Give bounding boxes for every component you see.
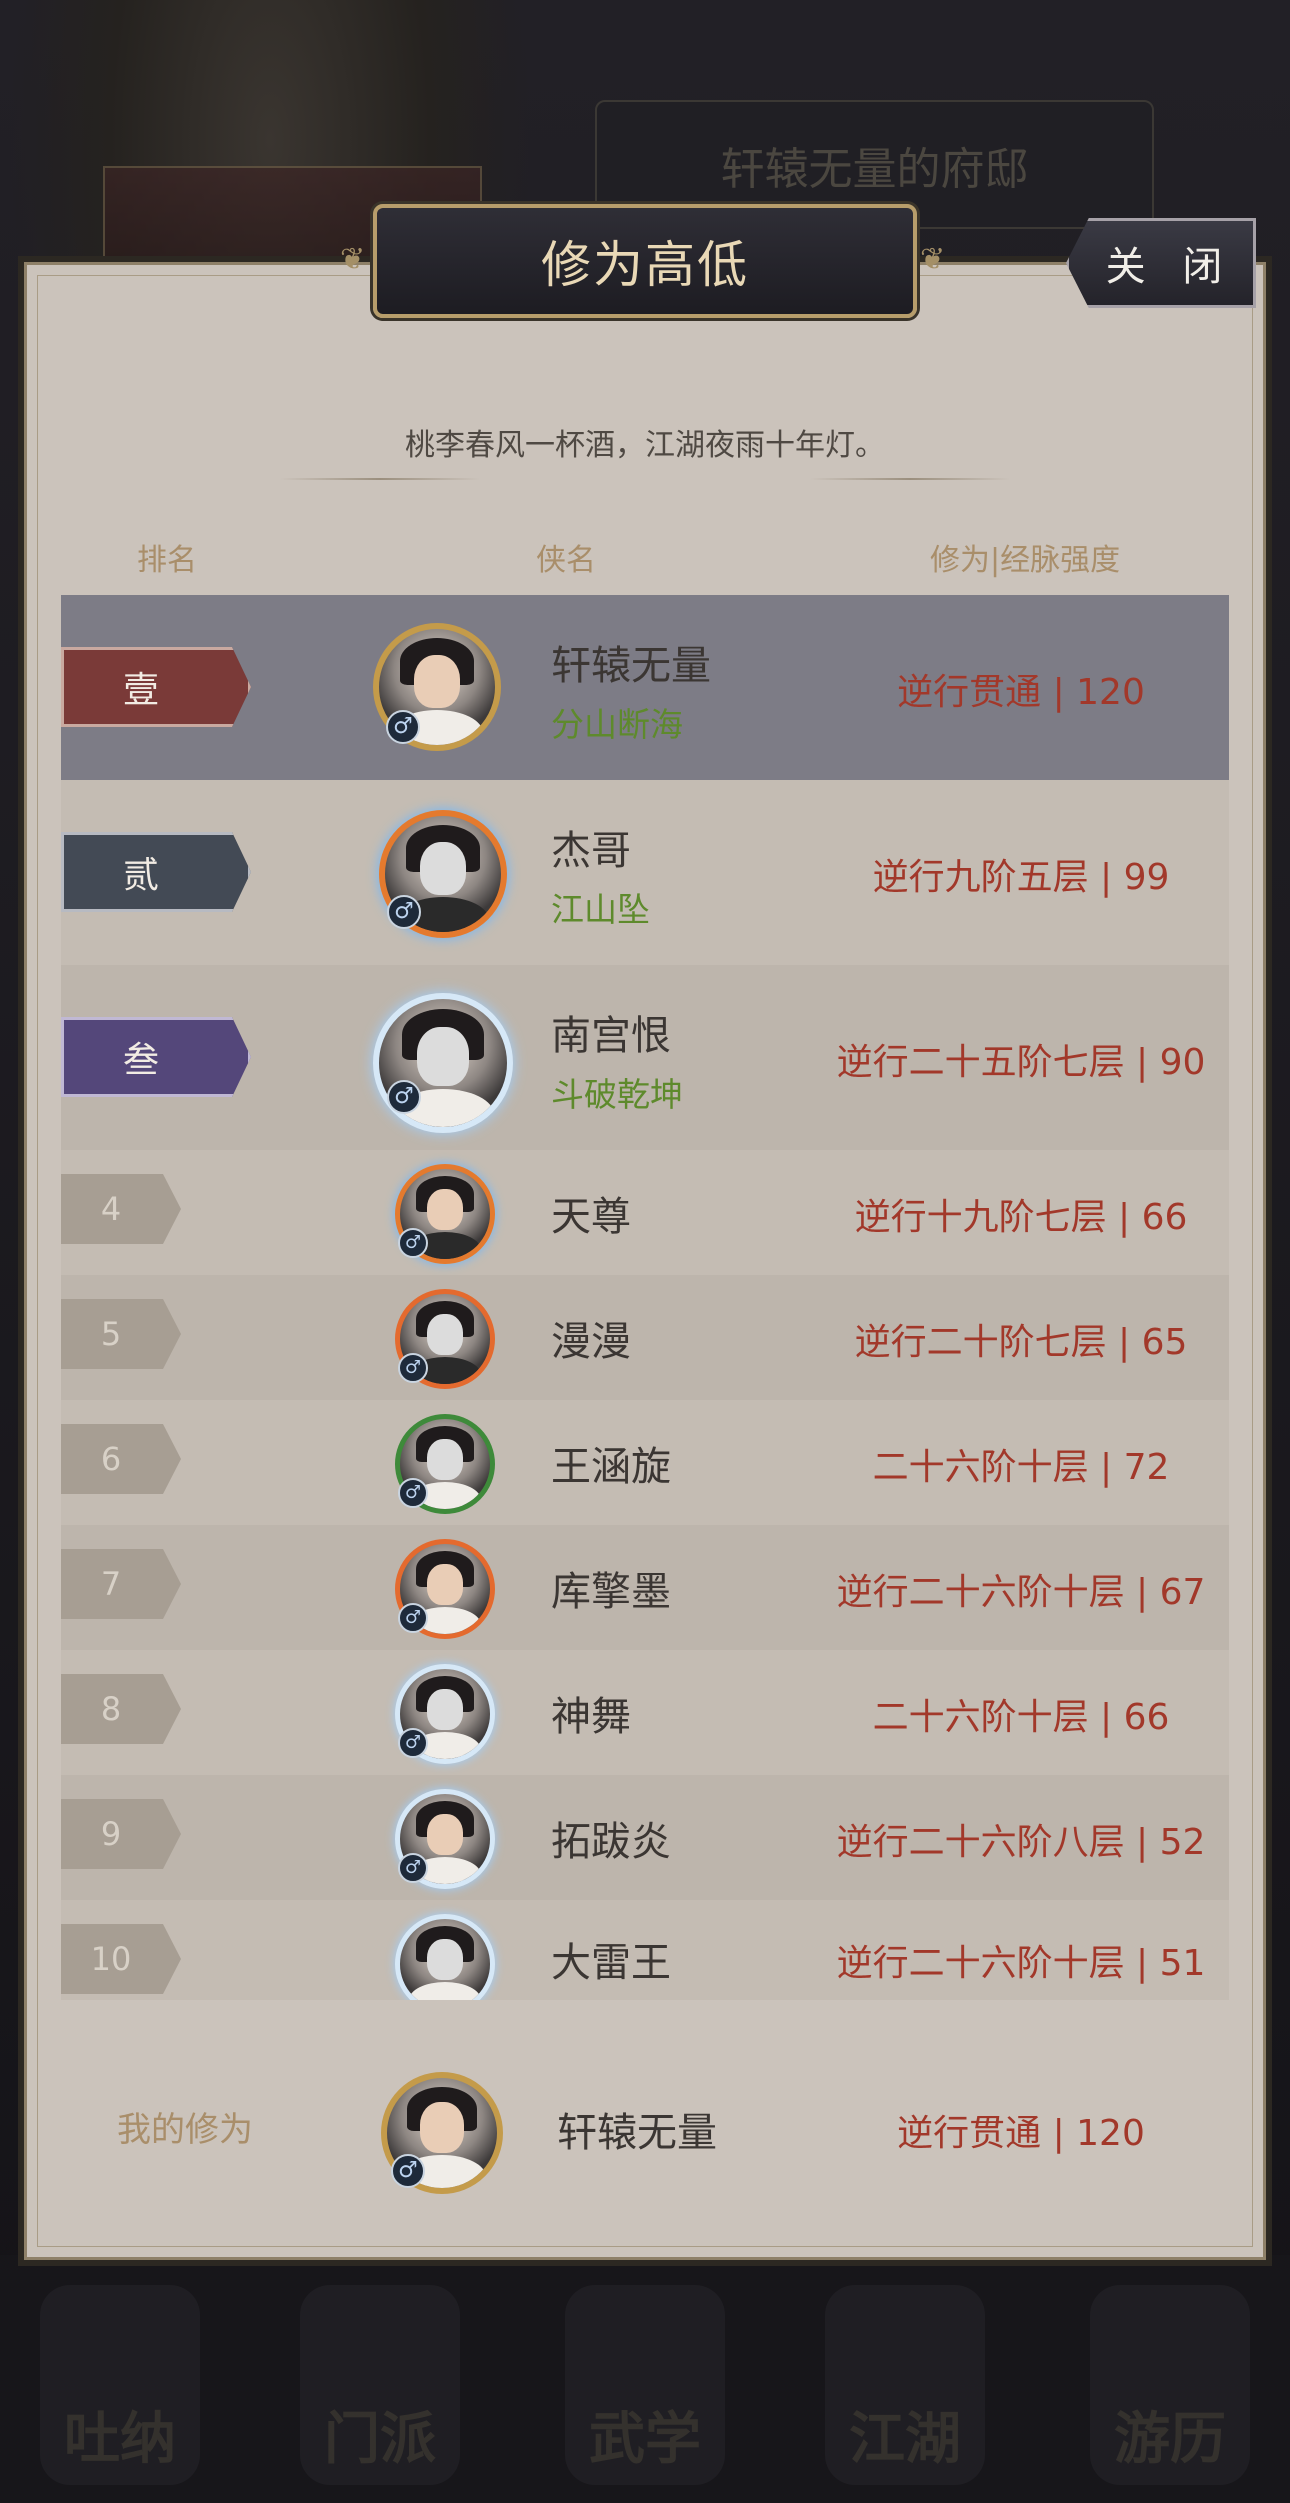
player-power: 逆行二十五阶七层 | 90 (836, 1042, 1206, 1083)
male-gender-icon: ♂ (398, 1853, 428, 1883)
ranking-row-1[interactable]: 壹 ♂ 轩辕无量 分山断海 逆行贯通 | 120 (61, 595, 1229, 780)
bottom-nav-background: 吐纳 门派 武学 江湖 游历 (0, 2255, 1290, 2503)
ranking-row-5[interactable]: 5 ♂ 漫漫 逆行二十阶七层 | 65 (61, 1275, 1229, 1400)
avatar[interactable] (395, 1914, 495, 2000)
rank-badge-4: 4 (61, 1174, 181, 1244)
player-power: 逆行二十阶七层 | 65 (854, 1322, 1188, 1363)
ranking-row-4[interactable]: 4 ♂ 天尊 逆行十九阶七层 | 66 (61, 1150, 1229, 1275)
player-name: 大雷王 (551, 1940, 671, 1986)
header-rank: 排名 (137, 543, 197, 578)
ranking-row-7[interactable]: 7 ♂ 库擎墨 逆行二十六阶十层 | 67 (61, 1525, 1229, 1650)
male-gender-icon: ♂ (391, 2154, 425, 2188)
rank-badge-3: 叁 (61, 1017, 251, 1097)
my-name: 轩辕无量 (557, 2110, 717, 2156)
panel-title: 修为高低 (373, 204, 917, 318)
nav-item-wuxue: 武学 (565, 2285, 725, 2485)
ranking-row-2[interactable]: 贰 ♂ 杰哥 江山坠 逆行九阶五层 | 99 (61, 780, 1229, 965)
avatar[interactable] (373, 993, 513, 1133)
player-power: 逆行九阶五层 | 99 (872, 857, 1170, 898)
rank-badge-7: 7 (61, 1549, 181, 1619)
male-gender-icon: ♂ (387, 895, 421, 929)
ranking-row-6[interactable]: 6 ♂ 王涵旋 二十六阶十层 | 72 (61, 1400, 1229, 1525)
male-gender-icon: ♂ (386, 710, 420, 744)
ranking-row-3[interactable]: 叁 ♂ 南宫恨 斗破乾坤 逆行二十五阶七层 | 90 (61, 965, 1229, 1150)
nav-item-menpai: 门派 (300, 2285, 460, 2485)
male-gender-icon: ♂ (398, 1728, 428, 1758)
nav-item-youli: 游历 (1090, 2285, 1250, 2485)
male-gender-icon: ♂ (398, 1353, 428, 1383)
nav-item-jianghu: 江湖 (825, 2285, 985, 2485)
player-sect: 分山断海 (551, 705, 683, 744)
player-name: 库擎墨 (551, 1569, 671, 1615)
player-name: 拓跋炎 (551, 1819, 671, 1865)
male-gender-icon: ♂ (398, 1478, 428, 1508)
quote-text: 桃李春风一杯酒，江湖夜雨十年灯。 (405, 428, 885, 463)
player-power: 逆行二十六阶十层 | 51 (836, 1943, 1206, 1984)
male-gender-icon: ♂ (387, 1080, 421, 1114)
quote-divider-right (810, 478, 1010, 480)
player-power: 逆行十九阶七层 | 66 (854, 1197, 1188, 1238)
player-name: 杰哥 (551, 828, 631, 874)
quote-divider-left (280, 478, 480, 480)
player-name: 天尊 (551, 1194, 631, 1240)
player-name: 轩辕无量 (551, 643, 711, 689)
my-power: 逆行贯通 | 120 (897, 2113, 1145, 2154)
male-gender-icon: ♂ (398, 1228, 428, 1258)
my-ranking-row[interactable]: 我的修为 ♂ 轩辕无量 逆行贯通 | 120 (61, 2060, 1229, 2194)
player-name: 王涵旋 (551, 1444, 671, 1490)
ranking-row-9[interactable]: 9 ♂ 拓跋炎 逆行二十六阶八层 | 52 (61, 1775, 1229, 1900)
nav-item-tuna: 吐纳 (40, 2285, 200, 2485)
player-name: 神舞 (551, 1694, 631, 1740)
header-name: 侠名 (536, 543, 596, 578)
player-power: 逆行二十六阶十层 | 67 (836, 1572, 1206, 1613)
rank-badge-10: 10 (61, 1924, 181, 1994)
male-gender-icon: ♂ (398, 1603, 428, 1633)
rank-badge-6: 6 (61, 1424, 181, 1494)
player-power: 二十六阶十层 | 66 (872, 1697, 1170, 1738)
rank-badge-8: 8 (61, 1674, 181, 1744)
player-power: 逆行贯通 | 120 (897, 672, 1145, 713)
player-name: 南宫恨 (551, 1013, 671, 1059)
rank-badge-5: 5 (61, 1299, 181, 1369)
player-sect: 江山坠 (551, 890, 650, 929)
player-sect: 斗破乾坤 (551, 1075, 683, 1114)
close-button[interactable]: 关 闭 (1066, 218, 1256, 308)
rank-badge-9: 9 (61, 1799, 181, 1869)
header-power: 修为|经脉强度 (930, 543, 1121, 578)
player-power: 二十六阶十层 | 72 (872, 1447, 1170, 1488)
rank-badge-1: 壹 (61, 647, 251, 727)
title-left-ornament-icon: ❦ (340, 242, 366, 277)
my-cultivation-label: 我的修为 (117, 2110, 253, 2150)
player-power: 逆行二十六阶八层 | 52 (836, 1822, 1206, 1863)
player-name: 漫漫 (551, 1319, 631, 1365)
title-right-ornament-icon: ❦ (920, 242, 946, 277)
ranking-row-8[interactable]: 8 ♂ 神舞 二十六阶十层 | 66 (61, 1650, 1229, 1775)
ranking-row-10[interactable]: 10 大雷王 逆行二十六阶十层 | 51 (61, 1900, 1229, 2000)
rank-badge-2: 贰 (61, 832, 251, 912)
